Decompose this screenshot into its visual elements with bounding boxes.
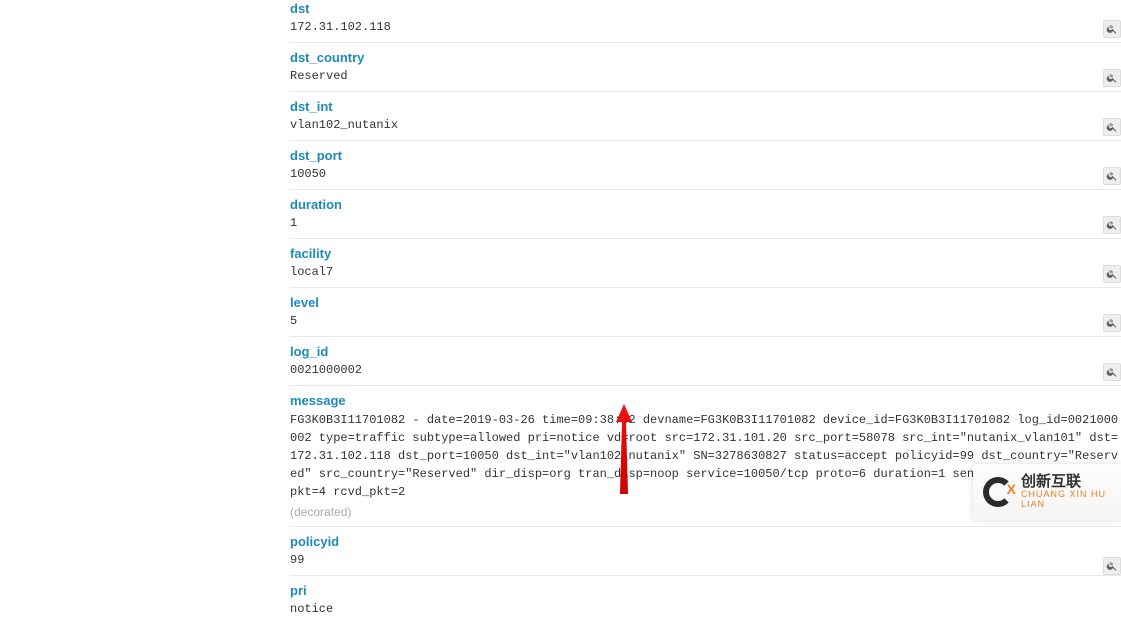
field-label-message: message <box>290 392 1121 410</box>
field-row: dst 172.31.102.118 <box>290 0 1121 43</box>
field-row: pri notice <box>290 576 1121 624</box>
field-label-pri: pri <box>290 582 1121 600</box>
field-value-log-id: 0021000002 <box>290 362 1121 378</box>
log-fields-list: dst 172.31.102.118 dst_country Reserved … <box>290 0 1121 624</box>
field-label-dst: dst <box>290 0 1121 18</box>
zoom-out-icon[interactable] <box>1103 167 1121 185</box>
field-row: duration 1 <box>290 190 1121 239</box>
zoom-out-icon[interactable] <box>1103 20 1121 38</box>
zoom-out-icon[interactable] <box>1103 265 1121 283</box>
field-label-duration: duration <box>290 196 1121 214</box>
field-label-policyid: policyid <box>290 533 1121 551</box>
zoom-out-icon[interactable] <box>1103 69 1121 87</box>
field-value-dst-int: vlan102_nutanix <box>290 117 1121 133</box>
field-label-level: level <box>290 294 1121 312</box>
field-label-dst-port: dst_port <box>290 147 1121 165</box>
field-row: dst_port 10050 <box>290 141 1121 190</box>
field-value-pri: notice <box>290 601 1121 617</box>
watermark-sub: CHUANG XIN HU LIAN <box>1021 490 1111 510</box>
zoom-out-icon[interactable] <box>1103 216 1121 234</box>
left-empty-pane <box>0 0 290 520</box>
zoom-out-icon[interactable] <box>1103 314 1121 332</box>
field-value-dst-port: 10050 <box>290 166 1121 182</box>
field-value-dst: 172.31.102.118 <box>290 19 1121 35</box>
field-value-policyid: 99 <box>290 552 1121 568</box>
field-value-duration: 1 <box>290 215 1121 231</box>
watermark-brand: 创新互联 <box>1021 474 1111 491</box>
field-label-facility: facility <box>290 245 1121 263</box>
field-row: log_id 0021000002 <box>290 337 1121 386</box>
field-value-level: 5 <box>290 313 1121 329</box>
field-label-dst-country: dst_country <box>290 49 1121 67</box>
field-value-facility: local7 <box>290 264 1121 280</box>
zoom-out-icon[interactable] <box>1103 557 1121 575</box>
zoom-out-icon[interactable] <box>1103 363 1121 381</box>
field-row: facility local7 <box>290 239 1121 288</box>
field-label-dst-int: dst_int <box>290 98 1121 116</box>
zoom-out-icon[interactable] <box>1103 118 1121 136</box>
field-label-log-id: log_id <box>290 343 1121 361</box>
field-row: policyid 99 <box>290 527 1121 576</box>
field-value-dst-country: Reserved <box>290 68 1121 84</box>
field-row: dst_int vlan102_nutanix <box>290 92 1121 141</box>
watermark-logo-icon: X <box>983 477 1013 507</box>
field-row: level 5 <box>290 288 1121 337</box>
watermark-badge: X 创新互联 CHUANG XIN HU LIAN <box>973 464 1121 520</box>
watermark-text: 创新互联 CHUANG XIN HU LIAN <box>1021 474 1111 510</box>
field-row: dst_country Reserved <box>290 43 1121 92</box>
